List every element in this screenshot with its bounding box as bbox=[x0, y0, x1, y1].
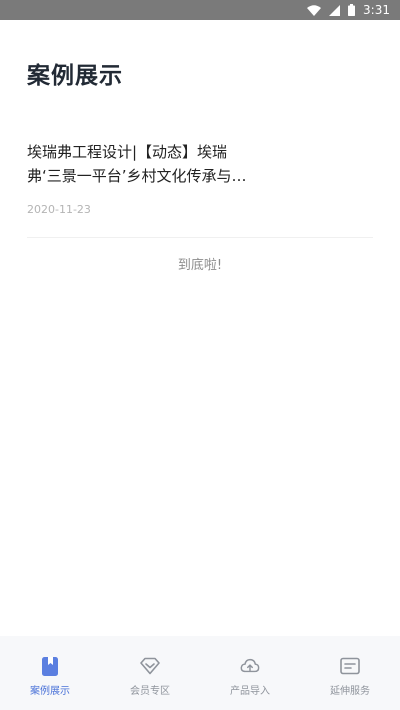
status-time: 3:31 bbox=[363, 3, 390, 17]
screen: 3:31 案例展示 埃瑞弗工程设计|【动态】埃瑞弗‘三景一平台’乡村文化传承与乡… bbox=[0, 0, 400, 710]
tab-case-showcase[interactable]: 案例展示 bbox=[0, 636, 100, 710]
tab-label: 会员专区 bbox=[130, 686, 170, 697]
bottom-tab-bar: 案例展示 会员专区 产品导入 延伸服务 bbox=[0, 636, 400, 710]
cloud-upload-icon bbox=[240, 656, 260, 676]
tab-label: 产品导入 bbox=[230, 686, 270, 697]
article-title[interactable]: 埃瑞弗工程设计|【动态】埃瑞弗‘三景一平台’乡村文化传承与乡村振兴 bbox=[27, 140, 247, 188]
wifi-icon bbox=[307, 4, 322, 16]
tab-label: 案例展示 bbox=[30, 686, 70, 697]
diamond-icon bbox=[140, 656, 160, 676]
status-bar: 3:31 bbox=[0, 0, 400, 20]
page-title: 案例展示 bbox=[27, 63, 123, 89]
message-box-icon bbox=[340, 656, 360, 676]
list-end-text: 到底啦! bbox=[177, 258, 223, 273]
bookmark-icon bbox=[40, 656, 60, 676]
list-item[interactable]: 埃瑞弗工程设计|【动态】埃瑞弗‘三景一平台’乡村文化传承与乡村振兴 2020-1… bbox=[27, 140, 373, 238]
tab-label: 延伸服务 bbox=[330, 686, 370, 697]
tab-product-import[interactable]: 产品导入 bbox=[200, 636, 300, 710]
tab-extended-services[interactable]: 延伸服务 bbox=[300, 636, 400, 710]
article-date: 2020-11-23 bbox=[27, 203, 91, 216]
signal-icon bbox=[329, 4, 341, 16]
battery-icon bbox=[348, 4, 356, 16]
tab-member-zone[interactable]: 会员专区 bbox=[100, 636, 200, 710]
